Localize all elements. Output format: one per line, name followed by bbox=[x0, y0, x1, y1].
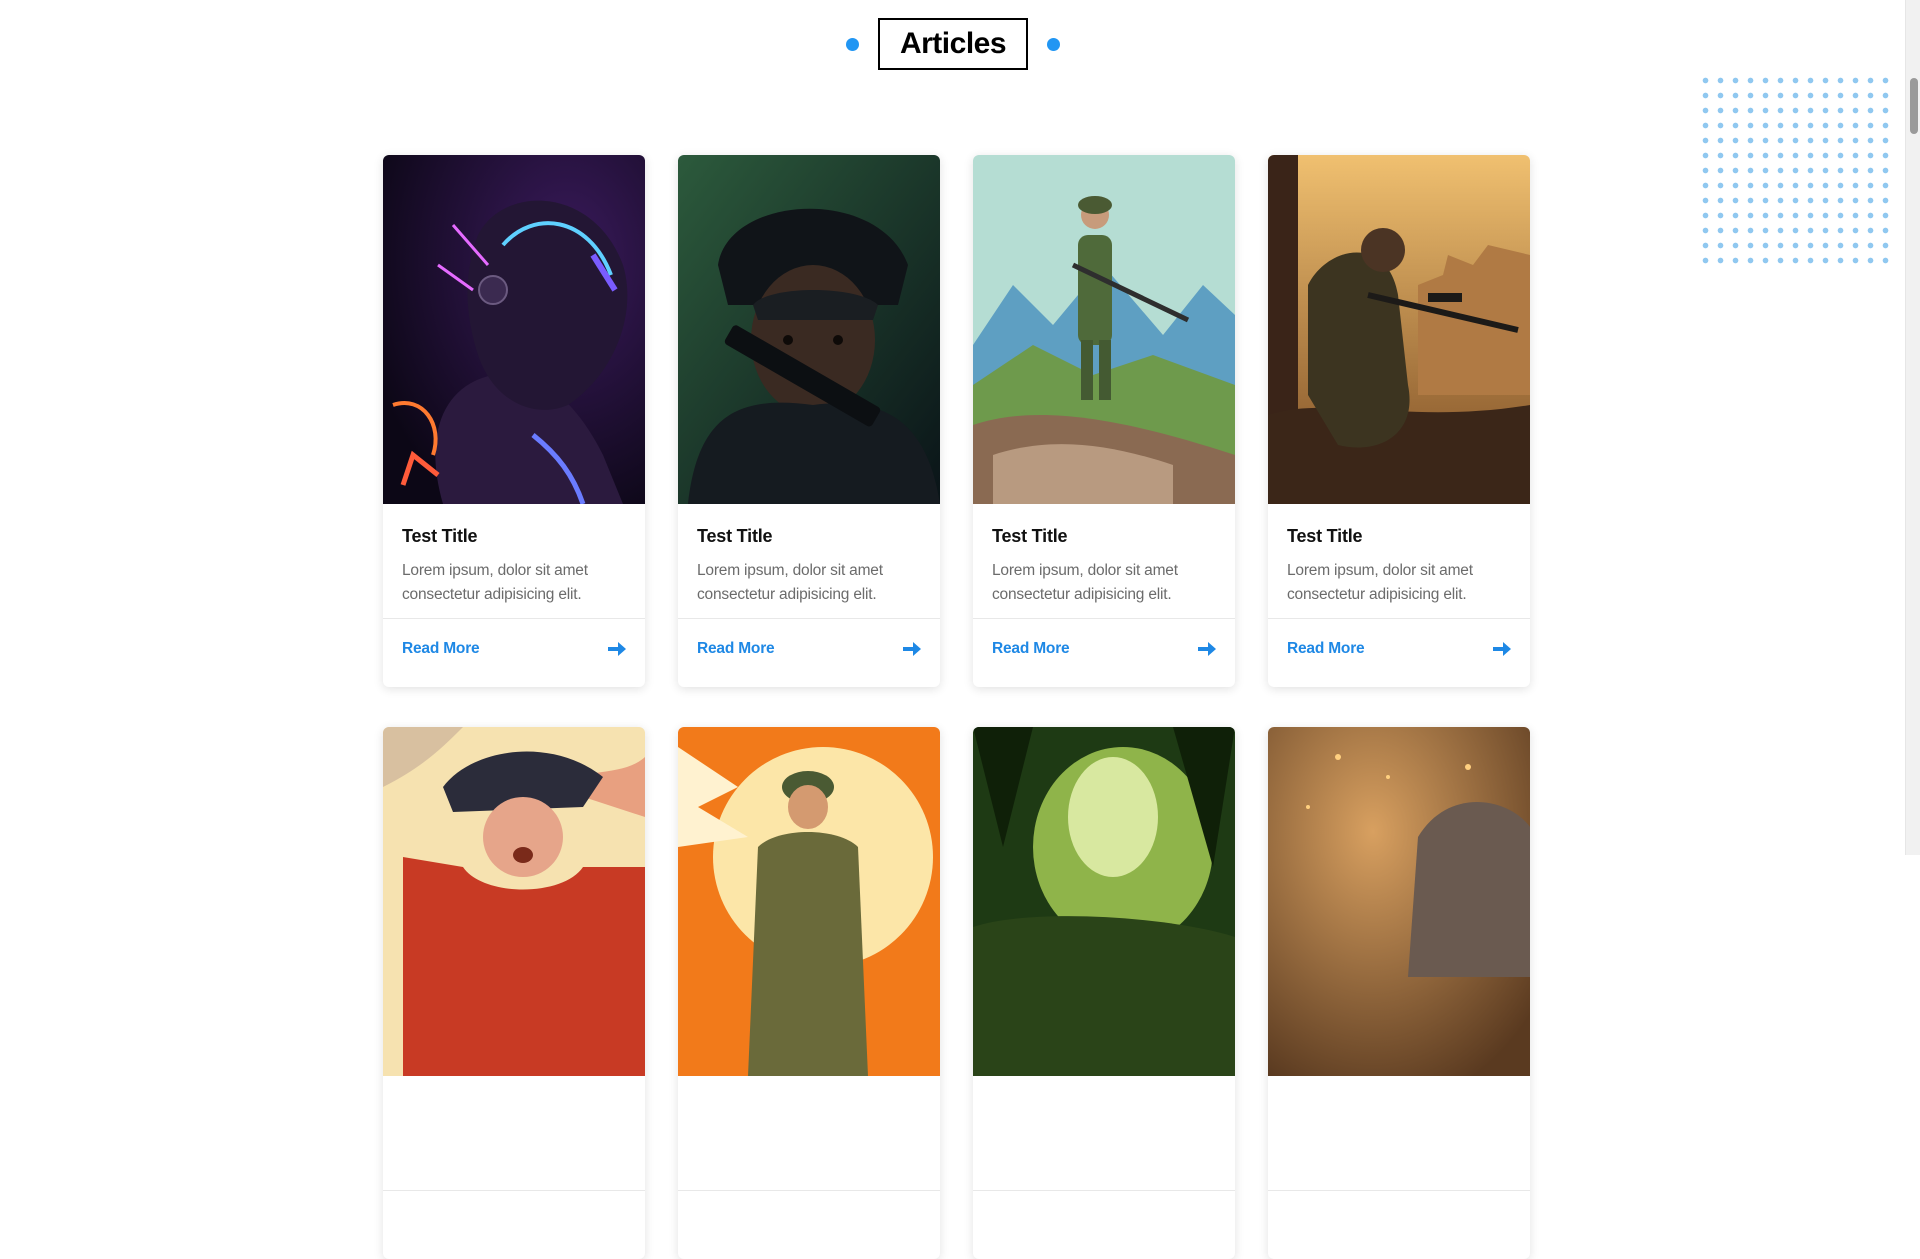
read-more-link[interactable]: Read More bbox=[992, 640, 1070, 658]
colonial-officer-image bbox=[383, 727, 645, 1076]
article-image[interactable] bbox=[383, 155, 645, 504]
article-image[interactable] bbox=[973, 155, 1235, 504]
article-card bbox=[1268, 727, 1530, 1259]
vertical-scrollbar[interactable] bbox=[1905, 0, 1920, 855]
card-footer bbox=[678, 1191, 940, 1250]
card-body: Test Title Lorem ipsum, dolor sit amet c… bbox=[1268, 504, 1530, 619]
article-card: Test Title Lorem ipsum, dolor sit amet c… bbox=[1268, 155, 1530, 687]
card-footer bbox=[383, 1191, 645, 1250]
card-body: Test Title Lorem ipsum, dolor sit amet c… bbox=[383, 504, 645, 619]
article-image[interactable] bbox=[1268, 155, 1530, 504]
article-card: Test Title Lorem ipsum, dolor sit amet c… bbox=[383, 155, 645, 687]
arrow-right-icon[interactable] bbox=[608, 641, 626, 656]
card-body bbox=[678, 1076, 940, 1191]
heading-dot-right bbox=[1047, 37, 1061, 51]
card-description: Lorem ipsum, dolor sit amet consectetur … bbox=[992, 562, 1178, 603]
read-more-link[interactable]: Read More bbox=[697, 640, 775, 658]
card-body bbox=[1268, 1076, 1530, 1191]
arrow-right-icon[interactable] bbox=[1493, 641, 1511, 656]
articles-grid: Test Title Lorem ipsum, dolor sit amet c… bbox=[383, 155, 1531, 1259]
card-footer bbox=[973, 1191, 1235, 1250]
article-card bbox=[383, 727, 645, 1259]
read-more-link[interactable]: Read More bbox=[402, 640, 480, 658]
card-footer: Read More bbox=[973, 619, 1235, 678]
card-description: Lorem ipsum, dolor sit amet consectetur … bbox=[697, 562, 883, 603]
arrow-right-icon[interactable] bbox=[1198, 641, 1216, 656]
card-body bbox=[383, 1076, 645, 1191]
section-title: Articles bbox=[877, 18, 1029, 70]
card-footer: Read More bbox=[383, 619, 645, 678]
card-description: Lorem ipsum, dolor sit amet consectetur … bbox=[1287, 562, 1473, 603]
card-footer: Read More bbox=[1268, 619, 1530, 678]
card-description: Lorem ipsum, dolor sit amet consectetur … bbox=[402, 562, 588, 603]
scrollbar-thumb[interactable] bbox=[1910, 78, 1918, 134]
article-image[interactable] bbox=[678, 727, 940, 1076]
article-card: Test Title Lorem ipsum, dolor sit amet c… bbox=[678, 155, 940, 687]
card-title: Test Title bbox=[697, 526, 773, 546]
card-title: Test Title bbox=[1287, 526, 1363, 546]
card-footer bbox=[1268, 1191, 1530, 1250]
jungle-image bbox=[973, 727, 1235, 1076]
heading-dot-left bbox=[845, 37, 859, 51]
card-body: Test Title Lorem ipsum, dolor sit amet c… bbox=[678, 504, 940, 619]
soldier-mountain-image bbox=[973, 155, 1235, 504]
sniper-ruins-image bbox=[1268, 155, 1530, 504]
dot-pattern-decoration bbox=[1698, 73, 1890, 265]
article-image[interactable] bbox=[1268, 727, 1530, 1076]
creature-embers-image bbox=[1268, 727, 1530, 1076]
article-image[interactable] bbox=[383, 727, 645, 1076]
article-image[interactable] bbox=[678, 155, 940, 504]
card-footer: Read More bbox=[678, 619, 940, 678]
article-card: Test Title Lorem ipsum, dolor sit amet c… bbox=[973, 155, 1235, 687]
arrow-right-icon[interactable] bbox=[903, 641, 921, 656]
article-card bbox=[678, 727, 940, 1259]
soldier-dark-image bbox=[678, 155, 940, 504]
neon-armored-figure-image bbox=[383, 155, 645, 504]
section-heading: Articles bbox=[0, 18, 1906, 70]
article-card bbox=[973, 727, 1235, 1259]
card-title: Test Title bbox=[992, 526, 1068, 546]
card-body: Test Title Lorem ipsum, dolor sit amet c… bbox=[973, 504, 1235, 619]
article-image[interactable] bbox=[973, 727, 1235, 1076]
soldier-sunburst-image bbox=[678, 727, 940, 1076]
card-title: Test Title bbox=[402, 526, 478, 546]
read-more-link[interactable]: Read More bbox=[1287, 640, 1365, 658]
card-body bbox=[973, 1076, 1235, 1191]
